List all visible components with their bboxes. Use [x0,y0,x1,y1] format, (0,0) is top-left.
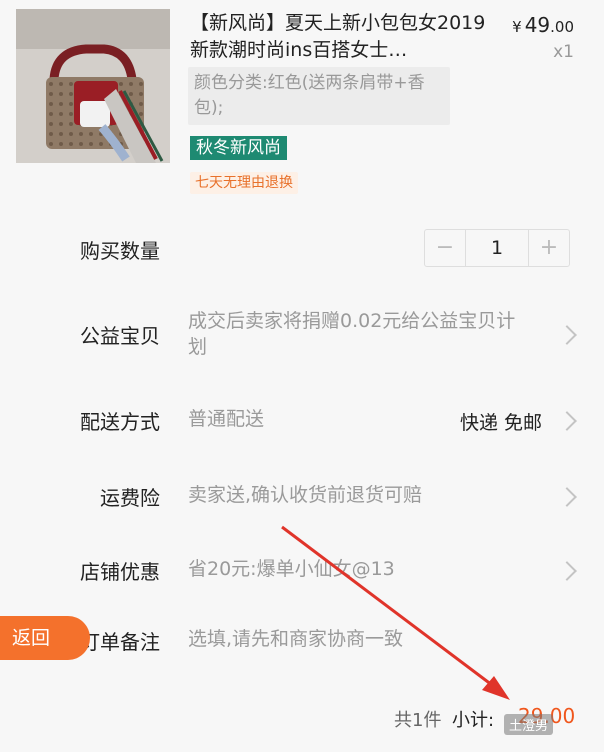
return-policy-badge: 七天无理由退换 [190,172,298,194]
charity-text: 成交后卖家将捐赠0.02元给公益宝贝计划 [188,310,516,358]
note-input[interactable]: 选填,请先和商家协商一致 [188,626,403,652]
insurance-row[interactable]: 运费险 卖家送,确认收货前退货可赔 [0,482,604,512]
product-variant: 颜色分类:红色(送两条肩带+香包); [188,67,450,125]
currency-symbol: ¥ [512,18,522,36]
price-integer: 49 [524,13,551,37]
product-thumbnail[interactable] [16,9,170,163]
coupon-text: 省20元:爆单小仙女@13 [188,558,395,580]
note-row[interactable]: 订单备注 选填,请先和商家协商一致 [0,626,604,656]
price-cents: .00 [550,18,574,36]
coupon-row[interactable]: 店铺优惠 省20元:爆单小仙女@13 [0,556,604,586]
watermark: 土澄男 [504,714,554,735]
subtotal-label: 小计: [452,710,495,731]
coupon-label: 店铺优惠 [80,560,160,584]
shipping-method: 普通配送 [188,408,265,430]
order-item-card: 【新风尚】夏天上新小包包女2019新款潮时尚ins百搭女士… ¥49.00 x1… [0,0,604,752]
handbag-image [16,9,170,163]
chevron-right-icon [557,487,577,507]
product-title[interactable]: 【新风尚】夏天上新小包包女2019新款潮时尚ins百搭女士… [190,10,490,66]
note-label: 订单备注 [80,630,160,654]
item-count: 共1件 [394,710,442,731]
decrement-button[interactable]: − [425,230,465,266]
charity-row[interactable]: 公益宝贝 成交后卖家将捐赠0.02元给公益宝贝计划 [0,306,604,366]
chevron-right-icon [557,561,577,581]
season-tag: 秋冬新风尚 [190,136,287,160]
chevron-right-icon [557,411,577,431]
quantity-label: 购买数量 [80,239,160,263]
back-button[interactable]: 返回 [0,616,90,660]
chevron-right-icon [557,325,577,345]
shipping-detail: 快递 免邮 [459,412,542,434]
shipping-label: 配送方式 [80,410,160,434]
insurance-label: 运费险 [100,486,160,510]
product-price: ¥49.00 [512,13,574,37]
increment-button[interactable]: + [529,230,569,266]
insurance-text: 卖家送,确认收货前退货可赔 [188,484,423,506]
product-quantity: x1 [553,42,574,62]
quantity-value[interactable]: 1 [465,230,529,266]
quantity-stepper: − 1 + [424,229,570,267]
charity-label: 公益宝贝 [80,324,160,348]
